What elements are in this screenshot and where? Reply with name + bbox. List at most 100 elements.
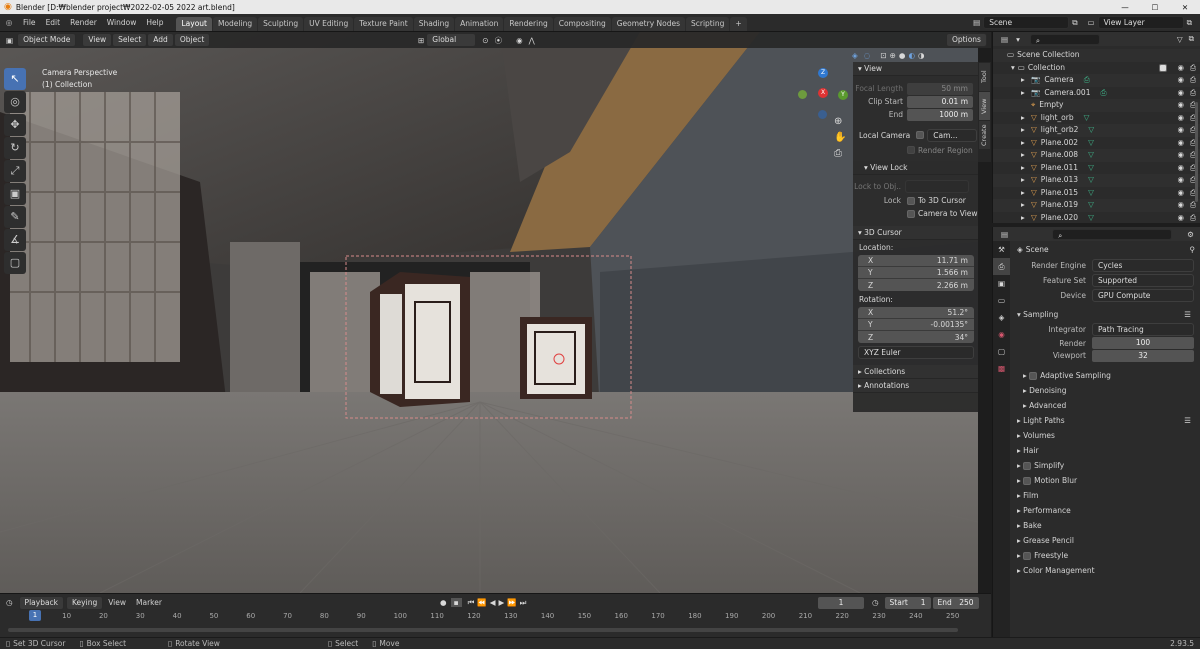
tab-animation[interactable]: Animation xyxy=(455,17,504,31)
outliner-item[interactable]: ▸ 📷 Camera.001 ⎙ ◉ ⎙ xyxy=(993,87,1200,100)
tab-create[interactable]: Create xyxy=(979,121,990,149)
navigation-gizmo[interactable]: Z X Y ⊕ ✋ ⎙ xyxy=(798,66,852,166)
feature-set-dropdown[interactable]: Supported xyxy=(1092,274,1194,287)
eye-icon[interactable]: ◉ xyxy=(1177,199,1184,212)
wireframe-shading-icon[interactable]: ⊕ xyxy=(890,51,896,60)
panel-light-paths[interactable]: ▸ Light Paths ☰ xyxy=(1011,413,1200,428)
tool-measure[interactable]: ∡ xyxy=(4,229,26,251)
view-panel-header[interactable]: ▾ View xyxy=(853,62,978,76)
properties-editor-icon[interactable]: ▤ xyxy=(1001,230,1008,239)
eye-icon[interactable]: ◉ xyxy=(1177,124,1184,137)
zoom-icon[interactable]: ⊕ xyxy=(834,116,842,127)
tab-layout[interactable]: Layout xyxy=(176,17,212,31)
tab-compositing[interactable]: Compositing xyxy=(553,17,611,31)
outliner-item[interactable]: ▸ ▽ light_orb2 ▽ ◉ ⎙ xyxy=(993,124,1200,137)
options-icon[interactable]: ⚙ xyxy=(1187,230,1194,239)
panel-color-management[interactable]: ▸ Color Management xyxy=(1011,563,1200,578)
eye-icon[interactable]: ◉ xyxy=(1177,112,1184,125)
outliner-item[interactable]: ▸ ▽ Plane.020 ▽ ◉ ⎙ xyxy=(993,212,1200,225)
close-button[interactable]: ✕ xyxy=(1170,3,1200,12)
playhead[interactable]: 1 xyxy=(29,610,41,621)
rotation-z-field[interactable]: Z 34° xyxy=(858,331,974,343)
to-3d-cursor-checkbox[interactable] xyxy=(907,196,915,205)
transform-orientation-dropdown[interactable]: Global xyxy=(426,33,477,47)
tab-tool[interactable]: Tool xyxy=(979,63,990,91)
eye-icon[interactable]: ◉ xyxy=(1177,137,1184,150)
list-icon[interactable]: ☰ xyxy=(1184,413,1191,428)
select-menu[interactable]: Select xyxy=(112,33,148,47)
outliner-item[interactable]: ▸ 📷 Camera ⎙ ◉ ⎙ xyxy=(993,74,1200,87)
tab-uv-editing[interactable]: UV Editing xyxy=(304,17,354,31)
gizmo-y-axis[interactable]: Y xyxy=(838,90,848,100)
add-workspace-button[interactable]: + xyxy=(730,17,747,31)
panel-film[interactable]: ▸ Film xyxy=(1011,488,1200,503)
menu-edit[interactable]: Edit xyxy=(41,14,66,32)
chevron-right-icon[interactable]: ▸ xyxy=(1021,149,1029,162)
eye-icon[interactable]: ◉ xyxy=(1177,87,1184,100)
gizmo-neg-z-axis[interactable] xyxy=(818,110,827,119)
panel-checkbox[interactable] xyxy=(1023,552,1032,560)
clip-end-field[interactable]: 1000 m xyxy=(907,108,973,121)
render-camera-icon[interactable]: ⎙ xyxy=(1190,212,1196,225)
tab-texture-paint[interactable]: Texture Paint xyxy=(354,17,413,31)
filter-icon[interactable]: ▽ xyxy=(1177,35,1183,44)
options-button[interactable]: Options xyxy=(946,33,987,47)
output-tab-icon[interactable]: ▣ xyxy=(993,275,1010,292)
pan-hand-icon[interactable]: ✋ xyxy=(834,132,846,143)
outliner-item[interactable]: ▸ ▽ Plane.011 ▽ ◉ ⎙ xyxy=(993,162,1200,175)
eye-icon[interactable]: ◉ xyxy=(1177,162,1184,175)
render-camera-icon[interactable]: ⎙ xyxy=(1190,74,1196,87)
texture-tab-icon[interactable]: ▩ xyxy=(993,360,1010,377)
outliner-search-input[interactable]: ⌕ xyxy=(1029,33,1100,45)
outliner-editor-icon[interactable]: ▤ xyxy=(1001,35,1008,44)
tab-shading[interactable]: Shading xyxy=(413,17,455,31)
view-lock-header[interactable]: ▾ View Lock xyxy=(853,161,978,175)
eye-icon[interactable]: ◉ xyxy=(1177,187,1184,200)
properties-search-input[interactable]: ⌕ xyxy=(1052,228,1173,240)
tool-add-cube[interactable]: ▢ xyxy=(4,252,26,274)
new-view-layer-icon[interactable]: ⧉ xyxy=(1187,18,1192,28)
blender-menu-icon[interactable]: ◎ xyxy=(0,18,18,27)
tool-rotate[interactable]: ↻ xyxy=(4,137,26,159)
scene-selector[interactable]: Scene xyxy=(983,16,1070,29)
add-menu[interactable]: Add xyxy=(147,33,174,47)
camera-to-view-checkbox[interactable] xyxy=(907,209,915,218)
tool-scale[interactable]: ⤢ xyxy=(4,160,26,182)
object-mode-dropdown[interactable]: Object Mode xyxy=(17,33,77,47)
pivot-icon[interactable]: ⊙ xyxy=(482,36,488,45)
falloff-icon[interactable]: ⋀ xyxy=(529,36,535,45)
panel-performance[interactable]: ▸ Performance xyxy=(1011,503,1200,518)
world-tab-icon[interactable]: ◉ xyxy=(993,326,1010,343)
snap-icon[interactable]: ⦿ xyxy=(495,35,503,46)
outliner-item[interactable]: ▸ ▽ Plane.008 ▽ ◉ ⎙ xyxy=(993,149,1200,162)
chevron-right-icon[interactable]: ▸ xyxy=(1021,112,1029,125)
chevron-right-icon[interactable]: ▸ xyxy=(1021,137,1029,150)
rotation-mode-dropdown[interactable]: XYZ Euler xyxy=(858,346,974,359)
collection-checkbox[interactable] xyxy=(1159,63,1167,72)
tool-annotate[interactable]: ✎ xyxy=(4,206,26,228)
location-z-field[interactable]: Z 2.266 m xyxy=(858,279,974,291)
chevron-right-icon[interactable]: ▸ xyxy=(1021,74,1029,87)
panel-motion-blur[interactable]: ▸ Motion Blur xyxy=(1011,473,1200,488)
integrator-dropdown[interactable]: Path Tracing xyxy=(1092,323,1194,336)
chevron-right-icon[interactable]: ▸ xyxy=(1021,187,1029,200)
outliner-scene-collection[interactable]: ▭ Scene Collection xyxy=(993,49,1200,62)
view-layer-selector[interactable]: View Layer xyxy=(1097,16,1184,29)
eye-icon[interactable]: ◉ xyxy=(1177,99,1184,112)
denoising-subpanel[interactable]: ▸ Denoising xyxy=(1011,383,1200,398)
outliner-scrollbar[interactable] xyxy=(1195,102,1198,202)
panel-hair[interactable]: ▸ Hair xyxy=(1011,443,1200,458)
outliner-item[interactable]: ▸ ▽ light_orb ▽ ◉ ⎙ xyxy=(993,112,1200,125)
local-camera-field[interactable]: Cam... xyxy=(927,128,978,142)
chevron-right-icon[interactable]: ▸ xyxy=(1021,174,1029,187)
tool-cursor[interactable]: ◎ xyxy=(4,91,26,113)
tool-select[interactable]: ↖ xyxy=(4,68,26,90)
local-camera-checkbox[interactable] xyxy=(916,131,925,139)
outliner-item[interactable]: ▸ ▽ Plane.002 ▽ ◉ ⎙ xyxy=(993,137,1200,150)
maximize-button[interactable]: ☐ xyxy=(1140,3,1170,12)
panel-freestyle[interactable]: ▸ Freestyle xyxy=(1011,548,1200,563)
advanced-subpanel[interactable]: ▸ Advanced xyxy=(1011,398,1200,413)
eye-icon[interactable]: ◉ xyxy=(1177,74,1184,87)
adaptive-sampling-checkbox[interactable] xyxy=(1029,372,1038,380)
lock-to-object-field[interactable] xyxy=(905,179,969,193)
